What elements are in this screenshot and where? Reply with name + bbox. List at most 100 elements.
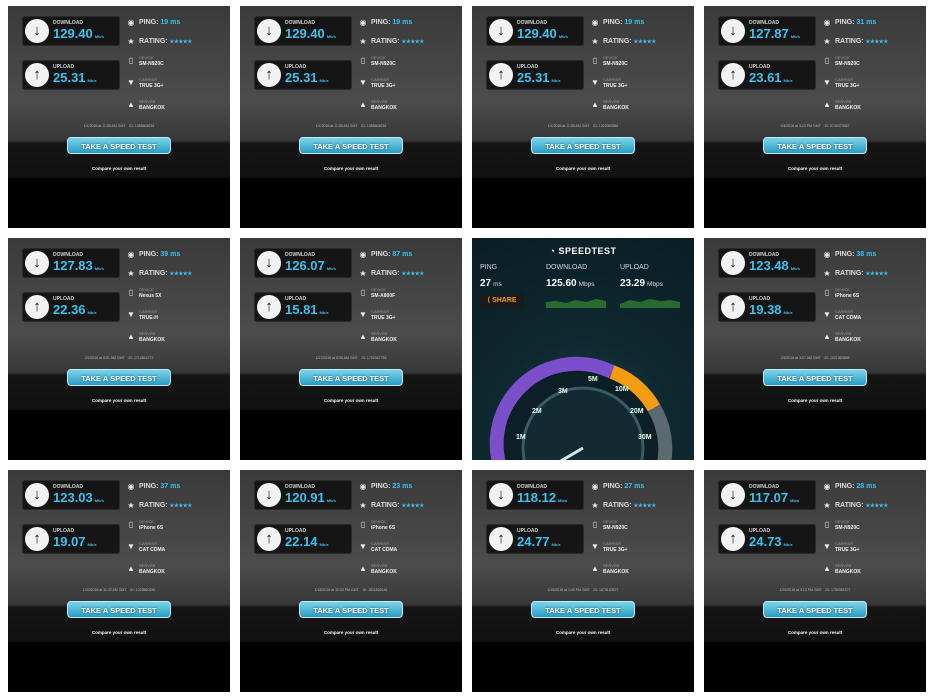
compare-link[interactable]: Compare your own result: [240, 166, 462, 171]
server-value: BANGKOK: [371, 105, 397, 111]
ping-readout: PING: 37 ms: [139, 483, 181, 490]
server-label: SERVER: [371, 99, 388, 104]
phone-icon: ▯: [360, 520, 366, 529]
speedtest-result-card: ↓ DOWNLOAD 120.91 Mb/s ↑ UPLOAD 22.14 Mb/s…: [240, 470, 462, 692]
compare-link[interactable]: Compare your own result: [704, 166, 926, 171]
globe-icon: ◉: [127, 18, 135, 27]
device-label: DEVICE: [371, 519, 386, 524]
result-footer: 1/18/2016 at 10:03 PM GMT ID: 1811826148: [314, 588, 388, 592]
download-value: 118.12 Mb/s: [517, 490, 568, 505]
compare-link[interactable]: Compare your own result: [472, 630, 694, 635]
carrier-value: TRUE 3G+: [835, 547, 860, 553]
upload-box: ↑ UPLOAD 22.14 Mb/s: [254, 524, 352, 554]
globe-icon: ◉: [823, 482, 831, 491]
speedtest-result-card: ↓ DOWNLOAD 117.07 Mb/s ↑ UPLOAD 24.73 Mb/s…: [704, 470, 926, 692]
download-value: 126.07 Mb/s: [285, 258, 336, 273]
compare-link[interactable]: Compare your own result: [8, 398, 230, 403]
take-speed-test-button[interactable]: TAKE A SPEED TEST: [299, 369, 403, 386]
device-label: DEVICE: [371, 287, 386, 292]
server-value: BANGKOK: [139, 337, 165, 343]
rating-readout: RATING: ★★★★★: [835, 270, 889, 277]
server-value: BANGKOK: [139, 105, 165, 111]
compare-link[interactable]: Compare your own result: [8, 166, 230, 171]
download-box: ↓ DOWNLOAD 118.12 Mb/s: [486, 480, 584, 510]
rating-readout: RATING: ★★★★★: [603, 502, 657, 509]
carrier-value: TRUE-H: [139, 315, 158, 321]
phone-icon: ▯: [824, 288, 830, 297]
server-label: SERVER: [139, 99, 156, 104]
star-icon: ★: [823, 37, 831, 46]
download-arrow-icon: ↓: [721, 251, 745, 275]
download-box: ↓ DOWNLOAD 129.40 Mb/s: [486, 16, 584, 46]
compare-link[interactable]: Compare your own result: [704, 398, 926, 403]
rating-readout: RATING: ★★★★★: [835, 502, 889, 509]
speedtest-result-card: ↓ DOWNLOAD 127.83 Mb/s ↑ UPLOAD 22.36 Mb/s…: [8, 238, 230, 460]
upload-box: ↑ UPLOAD 24.77 Mb/s: [486, 524, 584, 554]
device-label: DEVICE: [371, 55, 386, 60]
speedtest-result-card: ↓ DOWNLOAD 118.12 Mb/s ↑ UPLOAD 24.77 Mb/s…: [472, 470, 694, 692]
download-value: 127.87 Mb/s: [749, 26, 800, 41]
compare-link[interactable]: Compare your own result: [240, 630, 462, 635]
ping-readout: PING: 39 ms: [139, 251, 181, 258]
take-speed-test-button[interactable]: TAKE A SPEED TEST: [299, 601, 403, 618]
phone-icon: ▯: [360, 288, 366, 297]
compare-link[interactable]: Compare your own result: [240, 398, 462, 403]
result-footer: 2/4/2016 at 3:23 PM GMT ID: 5740370967: [780, 124, 850, 128]
star-icon: ★: [127, 501, 135, 510]
take-speed-test-button[interactable]: TAKE A SPEED TEST: [531, 137, 635, 154]
upload-arrow-icon: ↑: [721, 63, 745, 87]
download-arrow-icon: ↓: [489, 483, 513, 507]
star-icon: ★: [823, 269, 831, 278]
signal-icon: ▼: [127, 310, 135, 319]
globe-icon: ◉: [823, 250, 831, 259]
compare-link[interactable]: Compare your own result: [704, 630, 926, 635]
phone-icon: ▯: [824, 56, 830, 65]
device-value: SM-N920C: [835, 525, 860, 531]
carrier-value: CAT CDMA: [139, 547, 166, 553]
speedtest-result-card: ↓ DOWNLOAD 123.48 Mb/s ↑ UPLOAD 19.38 Mb/s…: [704, 238, 926, 460]
gauge-tick-label: 3M: [558, 388, 568, 395]
signal-icon: ▼: [823, 542, 831, 551]
upload-value: 19.38 Mb/s: [749, 302, 793, 317]
device-value: Nexus 5X: [139, 293, 162, 299]
device-value: SM-N920C: [835, 61, 860, 67]
carrier-value: TRUE 3G+: [603, 547, 628, 553]
upload-value: 22.14 Mb/s: [285, 534, 329, 549]
take-speed-test-button[interactable]: TAKE A SPEED TEST: [763, 601, 867, 618]
carrier-value: CAT CDMA: [371, 547, 398, 553]
gauge-tick-label: 1M: [516, 434, 526, 441]
take-speed-test-button[interactable]: TAKE A SPEED TEST: [763, 137, 867, 154]
rating-readout: RATING: ★★★★★: [371, 270, 425, 277]
speed-gauge: [489, 356, 673, 460]
ping-readout: PING: 19 ms: [371, 19, 413, 26]
download-value: 129.40 Mb/s: [517, 26, 568, 41]
device-value: iPhone 6S: [139, 525, 164, 531]
take-speed-test-button[interactable]: TAKE A SPEED TEST: [763, 369, 867, 386]
signal-icon: ▼: [127, 542, 135, 551]
server-label: SERVER: [603, 563, 620, 568]
take-speed-test-button[interactable]: TAKE A SPEED TEST: [67, 137, 171, 154]
rating-readout: RATING: ★★★★★: [835, 38, 889, 45]
compare-link[interactable]: Compare your own result: [472, 166, 694, 171]
download-value: 129.40 Mb/s: [53, 26, 104, 41]
result-footer: 2/3/2016 at 3:07 AM GMT ID: 1021963698: [780, 356, 850, 360]
upload-value: 25.31 Mb/s: [53, 70, 97, 85]
take-speed-test-button[interactable]: TAKE A SPEED TEST: [531, 601, 635, 618]
download-box: ↓ DOWNLOAD 129.40 Mb/s: [254, 16, 352, 46]
upload-arrow-icon: ↑: [721, 295, 745, 319]
take-speed-test-button[interactable]: TAKE A SPEED TEST: [299, 137, 403, 154]
result-panel: ↓ DOWNLOAD 129.40 Mb/s ↑ UPLOAD 25.31 Mb/s…: [472, 6, 694, 178]
rating-readout: RATING: ★★★★★: [371, 38, 425, 45]
phone-icon: ▯: [824, 520, 830, 529]
download-value: 117.07 Mb/s: [749, 490, 800, 505]
upload-arrow-icon: ↑: [257, 527, 281, 551]
phone-icon: ▯: [128, 520, 134, 529]
ping-readout: PING: 31 ms: [835, 19, 877, 26]
download-value: 123.48 Mb/s: [749, 258, 800, 273]
upload-value: 25.31 Mb/s: [517, 70, 561, 85]
compare-link[interactable]: Compare your own result: [8, 630, 230, 635]
take-speed-test-button[interactable]: TAKE A SPEED TEST: [67, 601, 171, 618]
download-arrow-icon: ↓: [721, 483, 745, 507]
speedtest-result-card: ↓ DOWNLOAD 126.07 Mb/s ↑ UPLOAD 15.81 Mb/s…: [240, 238, 462, 460]
take-speed-test-button[interactable]: TAKE A SPEED TEST: [67, 369, 171, 386]
